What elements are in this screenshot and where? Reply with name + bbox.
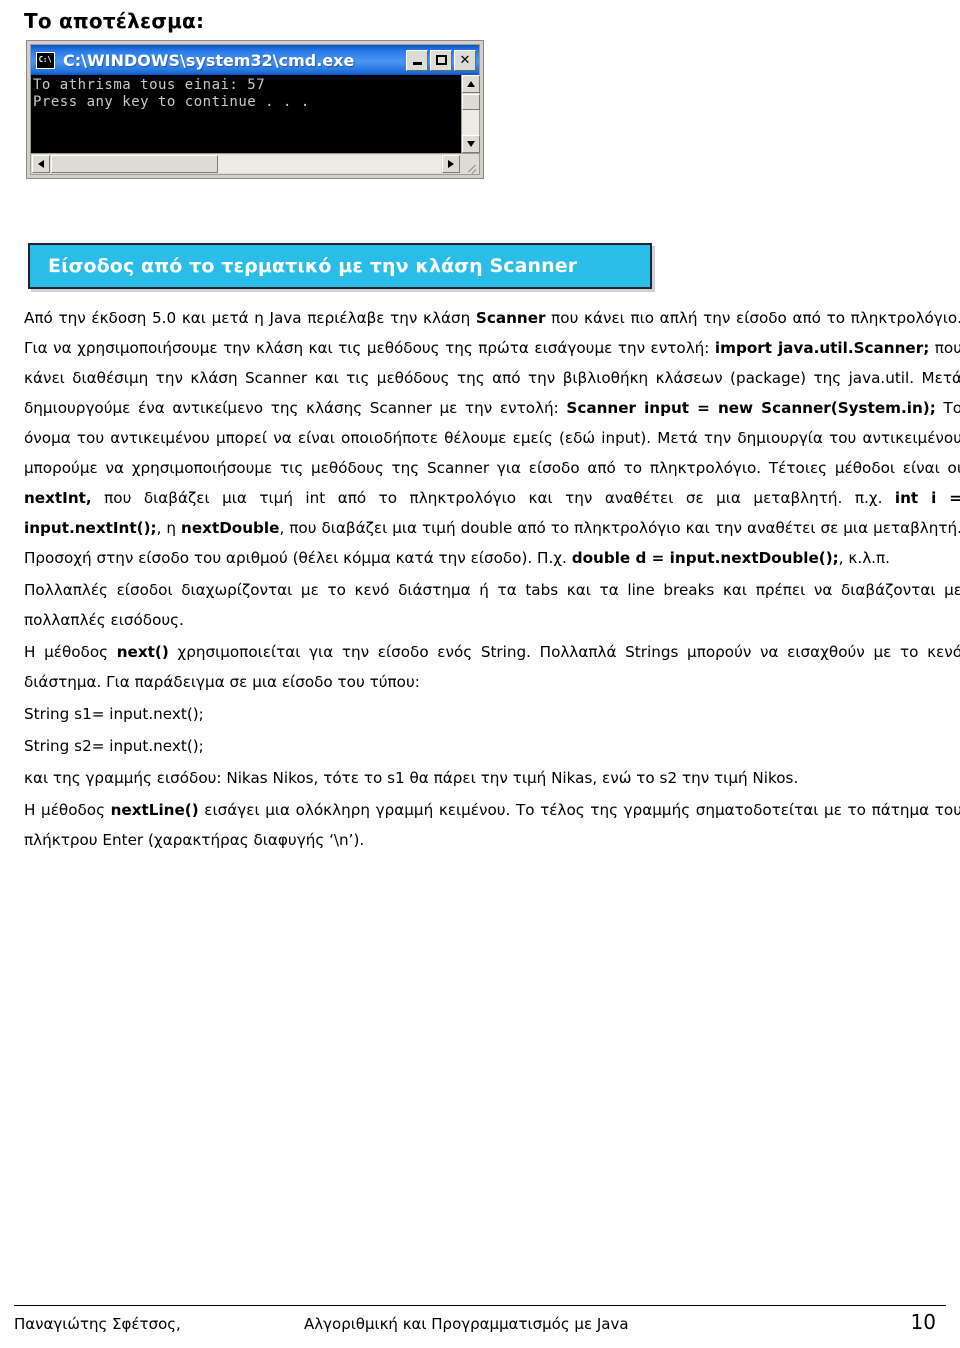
text-run: που διαβάζει μια τιμή int από το πληκτρο… (91, 489, 895, 507)
footer-page-number: 10 (910, 1310, 936, 1334)
footer-book-title: Αλγοριθμική και Προγραμματισμός με Java (304, 1315, 629, 1333)
paragraph: και της γραμμής εισόδου: Nikas Nikos, τό… (24, 763, 960, 793)
minimize-icon (412, 62, 422, 65)
console-icon: C:\ (36, 51, 55, 69)
triangle-down-icon (467, 141, 475, 147)
code-emphasis: Scanner (475, 309, 546, 327)
paragraph: Από την έκδοση 5.0 και μετά η Java περιέ… (24, 303, 960, 573)
text-run: , κ.λ.π. (838, 549, 890, 567)
code-emphasis: nextLine() (110, 801, 199, 819)
text-run: , η (156, 519, 182, 537)
horizontal-scrollbar-thumb[interactable] (51, 155, 218, 173)
resize-grip-icon[interactable] (461, 154, 479, 174)
code-emphasis: double d = input.nextDouble(); (571, 549, 839, 567)
minimize-button[interactable] (406, 49, 428, 71)
paragraph: Η μέθοδος next() χρησιμοποιείται για την… (24, 637, 960, 697)
text-run: Από την έκδοση 5.0 και μετά η Java περιέ… (24, 309, 476, 327)
scroll-right-button[interactable] (442, 155, 460, 173)
scroll-up-button[interactable] (462, 75, 480, 93)
footer-author: Παναγιώτης Σφέτσος, (14, 1315, 181, 1333)
code-emphasis: next() (116, 643, 169, 661)
console-output: To athrisma tous einai: 57 Press any key… (31, 75, 461, 153)
vertical-scrollbar[interactable] (461, 75, 480, 153)
code-emphasis: nextInt, (24, 489, 92, 507)
paragraph: String s1= input.next(); (24, 699, 960, 729)
document-page: Το αποτέλεσμα: C:\ C:\WINDOWS\system32\c… (0, 10, 960, 1348)
console-line: To athrisma tous einai: 57 (33, 77, 266, 93)
console-line: Press any key to continue . . . (33, 94, 310, 110)
console-icon-label: C:\ (38, 55, 52, 64)
maximize-button[interactable] (430, 49, 452, 71)
horizontal-scrollbar-track[interactable] (218, 155, 441, 173)
scroll-left-button[interactable] (32, 155, 50, 173)
text-run: Η μέθοδος (24, 801, 111, 819)
maximize-icon (435, 55, 447, 65)
vertical-scrollbar-thumb[interactable] (462, 94, 480, 110)
text-run: Η μέθοδος (24, 643, 117, 661)
text-run: String s1= input.next(); (24, 705, 204, 723)
text-run: Πολλαπλές είσοδοι διαχωρίζονται με το κε… (24, 581, 960, 629)
paragraph: Πολλαπλές είσοδοι διαχωρίζονται με το κε… (24, 575, 960, 635)
horizontal-scrollbar[interactable] (31, 153, 479, 174)
close-button[interactable]: ✕ (454, 49, 476, 71)
section-banner: Είσοδος από το τερματικό με την κλάση Sc… (28, 243, 652, 289)
triangle-up-icon (467, 81, 475, 87)
paragraph: String s2= input.next(); (24, 731, 960, 761)
vertical-scrollbar-track[interactable] (462, 110, 479, 135)
cmd-window-title: C:\WINDOWS\system32\cmd.exe (63, 50, 355, 70)
code-emphasis: nextDouble (181, 519, 280, 537)
body-copy: Από την έκδοση 5.0 και μετά η Java περιέ… (24, 303, 960, 855)
scroll-down-button[interactable] (462, 135, 480, 153)
cmd-body: To athrisma tous einai: 57 Press any key… (31, 75, 480, 153)
text-run: String s2= input.next(); (24, 737, 204, 755)
cmd-window-figure: C:\ C:\WINDOWS\system32\cmd.exe ✕ To ath… (26, 40, 484, 179)
code-emphasis: Scanner input = new Scanner(System.in); (566, 399, 936, 417)
text-run: και της γραμμής εισόδου: Nikas Nikos, τό… (24, 769, 799, 787)
window-controls: ✕ (406, 49, 476, 71)
paragraph: Η μέθοδος nextLine() εισάγει μια ολόκληρ… (24, 795, 960, 855)
triangle-right-icon (448, 160, 454, 168)
code-emphasis: import java.util.Scanner; (714, 339, 930, 357)
footer-row: Παναγιώτης Σφέτσος, Αλγοριθμική και Προγ… (14, 1310, 946, 1334)
cmd-title-bar[interactable]: C:\ C:\WINDOWS\system32\cmd.exe ✕ (31, 45, 479, 75)
triangle-left-icon (38, 160, 44, 168)
footer-divider (14, 1305, 946, 1306)
page-title: Το αποτέλεσμα: (24, 9, 205, 33)
cmd-window: C:\ C:\WINDOWS\system32\cmd.exe ✕ To ath… (30, 44, 480, 175)
section-banner-title: Είσοδος από το τερματικό με την κλάση Sc… (48, 255, 578, 277)
page-footer: Παναγιώτης Σφέτσος, Αλγοριθμική και Προγ… (14, 1305, 946, 1334)
